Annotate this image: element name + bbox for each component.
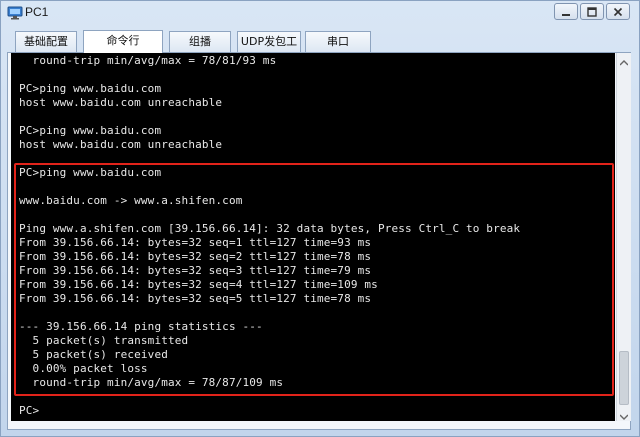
command-line-panel: round-trip min/avg/max = 78/81/93 ms PC>… bbox=[7, 52, 631, 430]
terminal-prompt: PC> bbox=[19, 404, 40, 417]
minimize-icon bbox=[561, 2, 571, 21]
terminal-line: host www.baidu.com unreachable bbox=[19, 138, 223, 151]
pc-monitor-icon bbox=[7, 5, 23, 20]
window-title: PC1 bbox=[25, 5, 49, 19]
scroll-up-button[interactable] bbox=[617, 53, 631, 67]
scroll-thumb[interactable] bbox=[619, 351, 629, 405]
terminal-output[interactable]: round-trip min/avg/max = 78/81/93 ms PC>… bbox=[11, 53, 615, 421]
tab-command-line[interactable]: 命令行 bbox=[83, 30, 163, 53]
close-button[interactable] bbox=[606, 3, 630, 20]
tab-udp-tool[interactable]: UDP发包工具 bbox=[237, 31, 301, 68]
terminal-line: round-trip min/avg/max = 78/81/93 ms bbox=[19, 54, 277, 67]
chevron-down-icon bbox=[619, 405, 629, 424]
minimize-button[interactable] bbox=[554, 3, 578, 20]
terminal-line: PC>ping www.baidu.com bbox=[19, 124, 162, 137]
maximize-button[interactable] bbox=[580, 3, 604, 20]
chevron-up-icon bbox=[619, 51, 629, 70]
close-icon bbox=[613, 2, 623, 21]
tab-multicast[interactable]: 组播 bbox=[169, 31, 231, 52]
title-bar[interactable]: PC1 bbox=[1, 1, 639, 25]
scroll-down-button[interactable] bbox=[617, 407, 631, 421]
maximize-icon bbox=[587, 2, 597, 21]
vertical-scrollbar[interactable] bbox=[616, 53, 631, 421]
terminal-line: host www.baidu.com unreachable bbox=[19, 96, 223, 109]
tab-basic-config[interactable]: 基础配置 bbox=[15, 31, 77, 52]
terminal-line: PC>ping www.baidu.com bbox=[19, 82, 162, 95]
pc1-window: PC1 基础配置 命令行 组播 UDP发包工具 串口 round-trip mi… bbox=[0, 0, 640, 437]
tab-serial-port[interactable]: 串口 bbox=[305, 31, 371, 52]
highlight-box bbox=[14, 163, 614, 396]
